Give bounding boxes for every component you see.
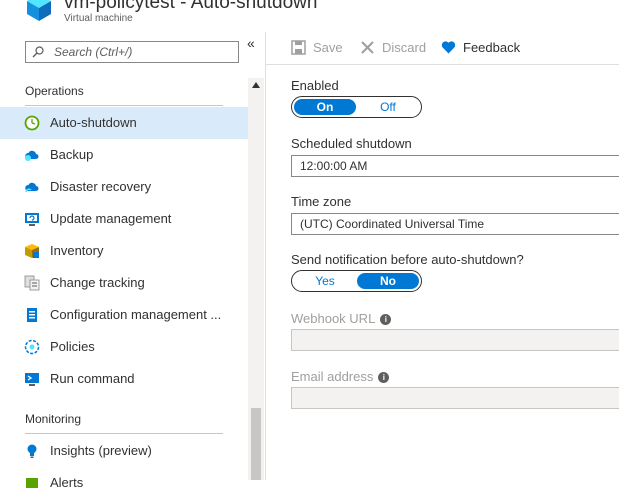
section-title-operations: Operations: [25, 84, 84, 98]
sidebar-item-run-command[interactable]: Run command: [0, 363, 248, 395]
resource-menu: « Operations Auto-shutdown Backup: [0, 32, 266, 490]
update-monitor-icon: [25, 213, 39, 226]
sidebar-item-change-tracking[interactable]: Change tracking: [0, 267, 248, 299]
sidebar-item-insights[interactable]: Insights (preview): [0, 435, 248, 467]
notification-toggle[interactable]: Yes No: [291, 270, 422, 292]
sidebar-item-label: Change tracking: [50, 275, 145, 290]
page-title: vm-policytest - Auto-shutdown: [64, 0, 318, 13]
change-tracking-icon: [24, 275, 40, 291]
email-address-label: Email address: [291, 369, 374, 384]
menu-scrollbar[interactable]: [248, 78, 264, 480]
virtual-machine-icon: [27, 0, 51, 21]
lightbulb-icon: [27, 444, 37, 458]
notification-no-option[interactable]: No: [357, 273, 419, 289]
alert-icon: [26, 478, 38, 488]
section-title-monitoring: Monitoring: [25, 412, 82, 426]
time-zone-field[interactable]: (UTC) Coordinated Universal Time: [291, 213, 619, 235]
collapse-menu-icon[interactable]: «: [247, 35, 255, 51]
sidebar-item-auto-shutdown[interactable]: Auto-shutdown: [0, 107, 248, 139]
sidebar-item-disaster-recovery[interactable]: Disaster recovery: [0, 171, 248, 203]
webhook-url-label-row: Webhook URL i: [291, 311, 392, 326]
search-input[interactable]: [54, 44, 234, 60]
sidebar-item-label: Configuration management ...: [50, 307, 222, 322]
time-zone-label: Time zone: [291, 194, 352, 209]
sidebar-item-label: Run command: [50, 371, 135, 386]
close-icon: [361, 41, 374, 54]
info-icon[interactable]: i: [378, 372, 390, 384]
sidebar-item-label: Inventory: [50, 243, 104, 258]
sidebar-item-label: Update management: [50, 211, 172, 226]
sidebar-item-inventory[interactable]: Inventory: [0, 235, 248, 267]
sidebar-item-label: Auto-shutdown: [50, 115, 137, 130]
feedback-label: Feedback: [463, 40, 521, 55]
section-divider: [25, 105, 223, 106]
cloud-backup-icon: [25, 150, 39, 161]
page-subtitle: Virtual machine: [64, 13, 133, 24]
scheduled-shutdown-field[interactable]: 12:00:00 AM: [291, 155, 619, 177]
notification-label: Send notification before auto-shutdown?: [291, 252, 524, 267]
enabled-on-option[interactable]: On: [294, 99, 356, 115]
save-icon: [291, 40, 306, 55]
sidebar-item-backup[interactable]: Backup: [0, 139, 248, 171]
cloud-recovery-icon: [25, 182, 39, 193]
sidebar-item-label: Insights (preview): [50, 443, 152, 458]
sidebar-item-configuration-management[interactable]: Configuration management ...: [0, 299, 248, 331]
scroll-up-arrow-icon[interactable]: [252, 82, 260, 88]
search-icon: [32, 46, 44, 58]
sidebar-item-update-management[interactable]: Update management: [0, 203, 248, 235]
notification-yes-option[interactable]: Yes: [294, 273, 356, 289]
sidebar-item-label: Policies: [50, 339, 95, 354]
configuration-icon: [27, 308, 37, 322]
sidebar-item-label: Alerts: [50, 475, 84, 490]
scheduled-shutdown-label: Scheduled shutdown: [291, 136, 412, 151]
webhook-url-field[interactable]: [291, 329, 619, 351]
webhook-url-label: Webhook URL: [291, 311, 376, 326]
blade-header: vm-policytest - Auto-shutdown Virtual ma…: [0, 0, 619, 32]
sidebar-item-alerts[interactable]: Alerts: [0, 467, 248, 499]
sidebar-item-label: Backup: [50, 147, 94, 162]
sidebar-item-policies[interactable]: Policies: [0, 331, 248, 363]
inventory-box-icon: [25, 244, 39, 258]
scroll-thumb[interactable]: [251, 408, 261, 480]
info-icon[interactable]: i: [380, 314, 392, 326]
enabled-toggle[interactable]: On Off: [291, 96, 422, 118]
enabled-off-option[interactable]: Off: [357, 99, 419, 115]
command-bar: Save Discard Feedback: [266, 32, 619, 65]
email-address-label-row: Email address i: [291, 369, 390, 384]
clock-icon: [24, 115, 40, 131]
policy-icon: [24, 339, 40, 355]
menu-search[interactable]: [25, 41, 239, 63]
run-command-icon: [25, 373, 39, 386]
email-address-field[interactable]: [291, 387, 619, 409]
sidebar-item-label: Disaster recovery: [50, 179, 152, 194]
discard-label: Discard: [382, 40, 427, 55]
save-label: Save: [313, 40, 343, 55]
enabled-label: Enabled: [291, 78, 339, 93]
heart-icon: [441, 41, 456, 54]
section-divider: [25, 433, 223, 434]
